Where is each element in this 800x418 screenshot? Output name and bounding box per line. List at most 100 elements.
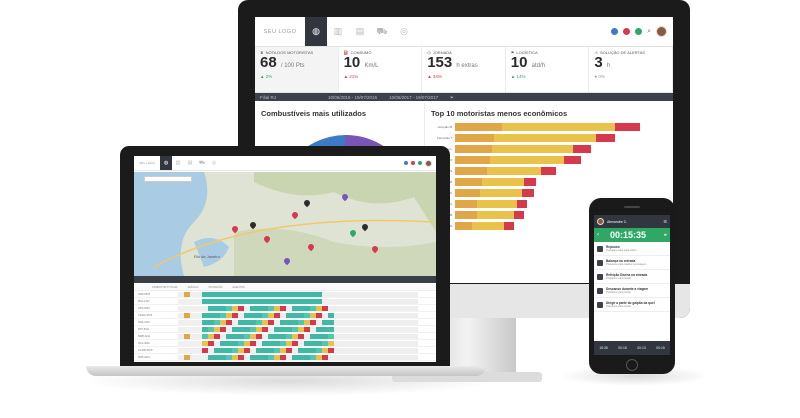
- grid-cell[interactable]: [184, 326, 190, 332]
- grid-cell[interactable]: [322, 347, 328, 353]
- grid-cell[interactable]: [280, 340, 286, 346]
- grid-cell[interactable]: [364, 340, 370, 346]
- filter-icon[interactable]: ⏷: [450, 95, 454, 100]
- grid-cell[interactable]: [376, 305, 382, 311]
- grid-cell[interactable]: [400, 354, 406, 360]
- grid-cell[interactable]: [322, 312, 328, 318]
- grid-cell[interactable]: [382, 340, 388, 346]
- grid-cell[interactable]: [298, 333, 304, 339]
- grid-cell[interactable]: [190, 305, 196, 311]
- bar-segment[interactable]: [455, 222, 473, 230]
- message-icon[interactable]: [418, 161, 422, 165]
- grid-cell[interactable]: [352, 340, 358, 346]
- grid-cell[interactable]: [412, 347, 418, 353]
- grid-cell[interactable]: [310, 333, 316, 339]
- grid-cell[interactable]: [358, 333, 364, 339]
- map-search-input[interactable]: [144, 176, 192, 182]
- grid-cell[interactable]: [238, 347, 244, 353]
- grid-col-header[interactable]: VEÍCULO: [187, 286, 198, 289]
- grid-cell[interactable]: [244, 319, 250, 325]
- grid-cell[interactable]: [364, 312, 370, 318]
- grid-cell[interactable]: [262, 319, 268, 325]
- grid-cell[interactable]: [388, 312, 394, 318]
- grid-cell[interactable]: [406, 326, 412, 332]
- grid-cell[interactable]: [406, 312, 412, 318]
- grid-cell[interactable]: [256, 319, 262, 325]
- grid-cell[interactable]: [304, 333, 310, 339]
- grid-cell[interactable]: [268, 326, 274, 332]
- grid-cell[interactable]: [220, 347, 226, 353]
- grid-cell[interactable]: [190, 291, 196, 297]
- grid-cell[interactable]: [382, 319, 388, 325]
- grid-cell[interactable]: [250, 305, 256, 311]
- grid-cell[interactable]: [286, 354, 292, 360]
- grid-cell[interactable]: [220, 291, 226, 297]
- grid-cell[interactable]: [376, 319, 382, 325]
- grid-cell[interactable]: [196, 312, 202, 318]
- grid-cell[interactable]: [286, 298, 292, 304]
- grid-cell[interactable]: [268, 333, 274, 339]
- grid-cell[interactable]: [400, 305, 406, 311]
- grid-cell[interactable]: [340, 291, 346, 297]
- grid-cell[interactable]: [388, 333, 394, 339]
- bar-segment[interactable]: [521, 189, 534, 197]
- table-row[interactable]: NWB-3211: [134, 333, 436, 340]
- grid-cell[interactable]: [262, 347, 268, 353]
- grid-cell[interactable]: [268, 319, 274, 325]
- grid-cell[interactable]: [334, 291, 340, 297]
- grid-cell[interactable]: [256, 312, 262, 318]
- bar-segment[interactable]: [516, 200, 527, 208]
- grid-cell[interactable]: [184, 298, 190, 304]
- grid-cell[interactable]: [250, 333, 256, 339]
- table-row[interactable]: AWS-5678: [134, 291, 436, 298]
- grid-cell[interactable]: [406, 319, 412, 325]
- grid-cell[interactable]: [334, 312, 340, 318]
- bar-segment[interactable]: [482, 178, 525, 186]
- grid-cell[interactable]: [190, 333, 196, 339]
- grid-cell[interactable]: [208, 333, 214, 339]
- grid-cell[interactable]: [256, 305, 262, 311]
- grid-cell[interactable]: [280, 312, 286, 318]
- grid-cell[interactable]: [334, 298, 340, 304]
- grid-cell[interactable]: [382, 347, 388, 353]
- map-timeline-bar[interactable]: [134, 276, 436, 283]
- grid-cell[interactable]: [250, 312, 256, 318]
- grid-cell[interactable]: [400, 312, 406, 318]
- grid-cell[interactable]: [370, 312, 376, 318]
- grid-cell[interactable]: [226, 347, 232, 353]
- grid-cell[interactable]: [388, 298, 394, 304]
- chart-icon[interactable]: ▥: [172, 156, 184, 170]
- grid-cell[interactable]: [328, 333, 334, 339]
- bar-segment[interactable]: [504, 222, 515, 230]
- grid-cell[interactable]: [274, 333, 280, 339]
- grid-cell[interactable]: [364, 347, 370, 353]
- grid-cell[interactable]: [208, 347, 214, 353]
- grid-cell[interactable]: [322, 354, 328, 360]
- grid-cell[interactable]: [178, 326, 184, 332]
- grid-cell[interactable]: [298, 312, 304, 318]
- grid-cell[interactable]: [310, 340, 316, 346]
- grid-cell[interactable]: [232, 340, 238, 346]
- table-row[interactable]: HCA-3000: [134, 340, 436, 347]
- grid-cell[interactable]: [202, 298, 208, 304]
- grid-cell[interactable]: [394, 347, 400, 353]
- grid-cell[interactable]: [262, 291, 268, 297]
- grid-cell[interactable]: [208, 354, 214, 360]
- grid-cell[interactable]: [268, 312, 274, 318]
- grid-cell[interactable]: [394, 333, 400, 339]
- grid-cell[interactable]: [238, 340, 244, 346]
- grid-cell[interactable]: [292, 340, 298, 346]
- bar-segment[interactable]: [595, 134, 616, 142]
- grid-cell[interactable]: [310, 319, 316, 325]
- truck-icon[interactable]: ⛟: [196, 156, 208, 170]
- grid-cell[interactable]: [364, 319, 370, 325]
- grid-cell[interactable]: [316, 333, 322, 339]
- grid-cell[interactable]: [292, 298, 298, 304]
- grid-cell[interactable]: [358, 291, 364, 297]
- bar-segment[interactable]: [501, 123, 616, 131]
- bar-segment[interactable]: [477, 200, 517, 208]
- grid-cell[interactable]: [388, 319, 394, 325]
- grid-cell[interactable]: [382, 305, 388, 311]
- table-row[interactable]: OPS-3040: [134, 305, 436, 312]
- grid-cell[interactable]: [406, 298, 412, 304]
